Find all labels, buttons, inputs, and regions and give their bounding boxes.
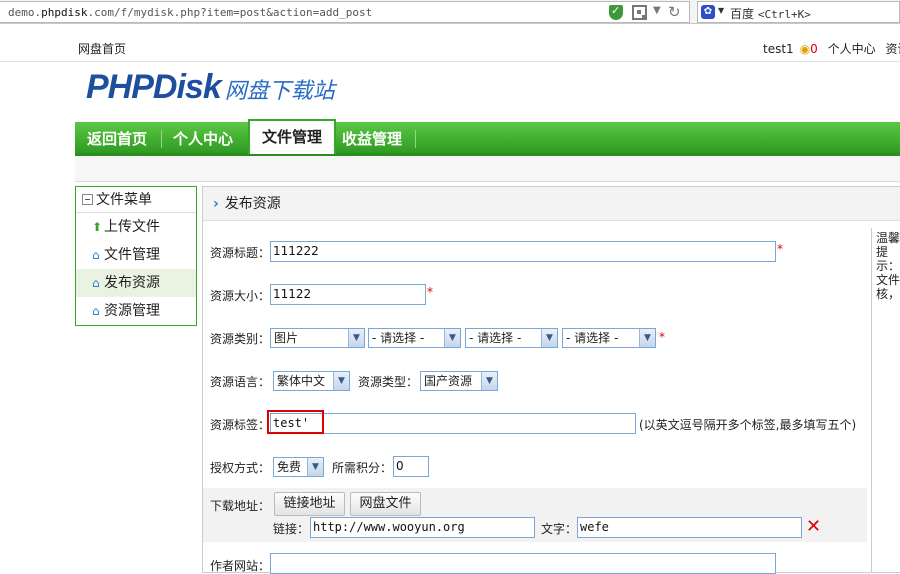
- language-select[interactable]: 繁体中文 ▼: [273, 371, 350, 391]
- file-menu-sidebar: 文件菜单 ⬆ 上传文件 ⌂ 文件管理 ⌂ 发布资源 ⌂ 资源管理: [75, 186, 197, 326]
- sidebar-item-label: 文件管理: [104, 247, 160, 263]
- link-text-input[interactable]: wefe: [577, 517, 802, 538]
- required-mark: *: [427, 285, 433, 299]
- link-address-button[interactable]: 链接地址: [274, 492, 345, 516]
- link-label: 链接：: [273, 522, 310, 536]
- sidebar-item-resource-manage[interactable]: ⌂ 资源管理: [76, 297, 196, 325]
- delete-icon[interactable]: ✕: [806, 516, 821, 537]
- title-input[interactable]: 111222: [270, 241, 776, 262]
- user-area: test1 ◉0 个人中心 资讯: [763, 40, 900, 57]
- download-label: 下载地址：: [210, 499, 271, 513]
- select-value: - 请选择 -: [372, 331, 425, 345]
- url-text: demo.phpdisk.com/f/mydisk.php?item=post&…: [8, 6, 373, 19]
- size-input[interactable]: 11122: [270, 284, 426, 305]
- auth-label: 授权方式：: [210, 461, 271, 475]
- select-value: 繁体中文: [277, 374, 326, 388]
- address-bar[interactable]: demo.phpdisk.com/f/mydisk.php?item=post&…: [0, 1, 690, 23]
- site-topbar: 网盘首页 test1 ◉0 个人中心 资讯: [0, 32, 900, 62]
- category-select-2[interactable]: - 请选择 - ▼: [368, 328, 461, 348]
- resources-link[interactable]: 资讯: [885, 42, 900, 56]
- chevron-down-icon: ▼: [639, 329, 655, 347]
- coin-icon: ◉: [799, 42, 811, 56]
- link-url-input[interactable]: http://www.wooyun.org: [310, 517, 535, 538]
- chevron-down-icon: ▼: [481, 372, 497, 390]
- panel-title: 发布资源: [224, 196, 281, 212]
- nav-file-manage[interactable]: 文件管理: [248, 119, 337, 154]
- chevron-down-icon: ▼: [444, 329, 460, 347]
- qr-code-icon[interactable]: [632, 5, 647, 20]
- username-link[interactable]: test1: [763, 42, 794, 56]
- upload-arrow-icon: ⬆: [92, 220, 103, 234]
- reload-icon[interactable]: ↻: [668, 3, 681, 21]
- panel-header: › 发布资源: [203, 187, 900, 221]
- home-icon: ⌂: [92, 276, 100, 290]
- disk-file-button[interactable]: 网盘文件: [350, 492, 421, 516]
- highlight-box: [267, 410, 324, 434]
- sidebar-item-label: 上传文件: [104, 219, 160, 235]
- search-engine-icon[interactable]: ✿: [701, 5, 715, 19]
- type-select[interactable]: 国产资源 ▼: [420, 371, 498, 391]
- chevron-down-icon: ▼: [348, 329, 364, 347]
- required-mark: *: [777, 242, 783, 256]
- sidebar-item-publish[interactable]: ⌂ 发布资源: [76, 269, 196, 297]
- points-label: 所需积分：: [332, 461, 393, 475]
- engine-dropdown-icon[interactable]: ▼: [718, 6, 724, 15]
- category-label: 资源类别：: [210, 332, 271, 346]
- disk-home-link[interactable]: 网盘首页: [78, 40, 126, 57]
- author-site-input[interactable]: [270, 553, 776, 574]
- nav-divider: [415, 130, 416, 148]
- home-icon: ⌂: [92, 304, 100, 318]
- coin-count: 0: [810, 42, 818, 56]
- author-site-label: 作者网站：: [210, 559, 271, 573]
- required-mark: *: [659, 330, 665, 344]
- main-nav: 返回首页 个人中心 文件管理 收益管理: [75, 119, 900, 156]
- sub-nav-bar: [75, 156, 900, 182]
- category-select-4[interactable]: - 请选择 - ▼: [562, 328, 656, 348]
- chevron-down-icon: ▼: [307, 458, 323, 476]
- size-label: 资源大小：: [210, 289, 271, 303]
- select-value: 免费: [277, 460, 302, 474]
- chevron-down-icon: ▼: [541, 329, 557, 347]
- auth-select[interactable]: 免费 ▼: [273, 457, 324, 477]
- tags-label: 资源标签：: [210, 418, 271, 432]
- chevron-right-icon: ›: [213, 196, 219, 212]
- home-icon: ⌂: [92, 248, 100, 262]
- type-label: 资源类型：: [358, 375, 419, 389]
- search-engine-name: 百度: [730, 7, 755, 21]
- sidebar-item-file-manage[interactable]: ⌂ 文件管理: [76, 241, 196, 269]
- collapse-icon[interactable]: [82, 194, 93, 205]
- select-value: 国产资源: [424, 374, 473, 388]
- chevron-down-icon: ▼: [333, 372, 349, 390]
- search-shortcut-hint: <Ctrl+K>: [757, 8, 811, 21]
- nav-user-center[interactable]: 个人中心: [161, 122, 245, 156]
- text-label: 文字：: [541, 522, 578, 536]
- sidebar-title: 文件菜单: [96, 192, 152, 208]
- category-select-1[interactable]: 图片 ▼: [270, 328, 365, 348]
- select-value: 图片: [274, 331, 299, 345]
- browser-toolbar: demo.phpdisk.com/f/mydisk.php?item=post&…: [0, 0, 900, 24]
- sidebar-item-upload[interactable]: ⬆ 上传文件: [76, 213, 196, 241]
- sidebar-header[interactable]: 文件菜单: [76, 187, 196, 213]
- nav-home[interactable]: 返回首页: [75, 122, 159, 156]
- points-input[interactable]: 0: [393, 456, 429, 477]
- logo-tagline: 网盘下载站: [224, 79, 335, 104]
- select-value: - 请选择 -: [566, 331, 619, 345]
- title-label: 资源标题：: [210, 246, 271, 260]
- tip-box: 温馨提示：文件核，: [871, 228, 900, 573]
- tags-input[interactable]: test': [270, 413, 636, 434]
- tags-hint: (以英文逗号隔开多个标签,最多填写五个): [639, 418, 857, 432]
- security-shield-icon[interactable]: [609, 4, 623, 20]
- language-label: 资源语言：: [210, 375, 271, 389]
- select-value: - 请选择 -: [469, 331, 522, 345]
- user-center-link[interactable]: 个人中心: [828, 42, 876, 56]
- dropdown-arrow-icon[interactable]: ▼: [653, 5, 661, 16]
- site-logo[interactable]: PHPDisk 网盘下载站: [86, 68, 335, 112]
- sidebar-item-label: 资源管理: [104, 303, 160, 319]
- search-box[interactable]: ✿ ▼ 百度 <Ctrl+K>: [697, 1, 900, 23]
- logo-brand: PHPDisk: [86, 68, 222, 106]
- category-select-3[interactable]: - 请选择 - ▼: [465, 328, 558, 348]
- nav-income-manage[interactable]: 收益管理: [330, 122, 414, 156]
- sidebar-item-label: 发布资源: [104, 275, 160, 291]
